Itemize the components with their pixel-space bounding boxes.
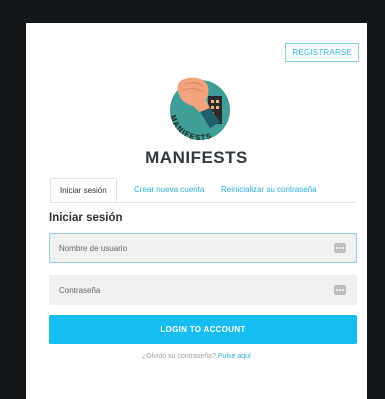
password-input[interactable] [50, 276, 356, 304]
form-title: Iniciar sesión [49, 212, 123, 224]
password-field [49, 275, 357, 305]
brand-name: MANIFESTS [145, 148, 248, 167]
forgot-password-link[interactable]: Pulse aquí [218, 353, 251, 360]
login-button[interactable]: LOGIN TO ACCOUNT [49, 315, 357, 344]
tab-create-account[interactable]: Crear nueva cuenta [134, 178, 204, 202]
forgot-password-text: ¿Olvidó su contraseña? [142, 353, 216, 360]
username-input[interactable] [50, 234, 356, 262]
username-field [49, 233, 357, 263]
manifests-logo: MANIFESTS [168, 77, 230, 142]
forgot-password: ¿Olvidó su contraseña? Pulse aquí [26, 353, 367, 360]
tab-login[interactable]: Iniciar sesión [50, 178, 117, 202]
more-dots-icon[interactable] [334, 285, 346, 295]
auth-tabs: Iniciar sesión Crear nueva cuenta Reinic… [50, 178, 356, 203]
login-card: REGISTRARSE MANIFESTS MANIFESTS Iniciar … [26, 23, 367, 399]
register-button[interactable]: REGISTRARSE [285, 43, 359, 62]
tab-reset-password[interactable]: Reinicializar su contraseña [221, 178, 317, 202]
more-dots-icon[interactable] [334, 243, 346, 253]
